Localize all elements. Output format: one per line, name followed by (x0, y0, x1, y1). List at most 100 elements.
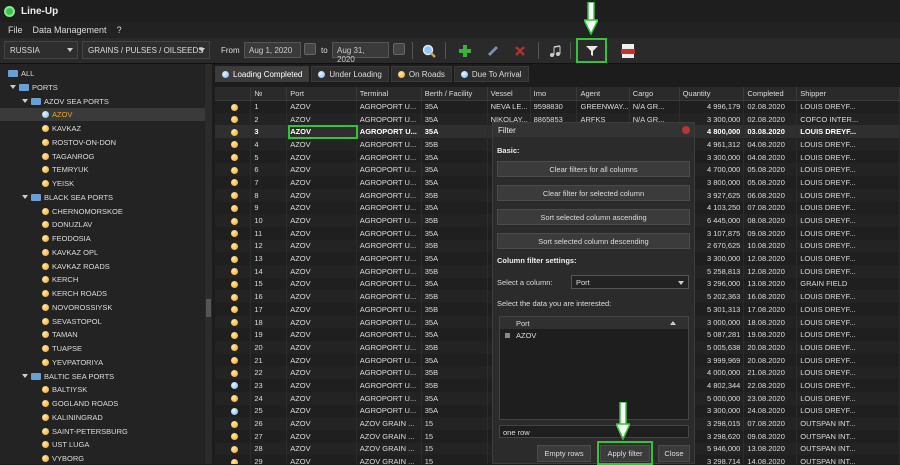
table-cell[interactable]: 35B (421, 214, 488, 227)
status-cell[interactable] (215, 315, 252, 329)
status-cell[interactable] (215, 442, 252, 456)
tree-port[interactable]: KALININGRAD (42, 411, 103, 424)
table-cell[interactable]: 04.08.2020 (743, 150, 798, 164)
table-cell[interactable]: 35B (421, 138, 488, 151)
column-header[interactable]: Quantity (679, 87, 745, 101)
column-header[interactable]: Port (286, 87, 357, 101)
status-cell[interactable] (215, 303, 252, 316)
expand-icon[interactable] (22, 195, 28, 200)
table-cell[interactable]: AZOV (286, 341, 357, 354)
table-cell[interactable]: AZOV (286, 239, 357, 253)
status-cell[interactable] (215, 125, 252, 139)
tree-port[interactable]: TUAPSE (42, 342, 82, 355)
table-cell[interactable]: AGROPORT U... (356, 112, 422, 126)
status-cell[interactable] (215, 366, 252, 380)
table-cell[interactable]: AZOV (286, 379, 357, 392)
table-cell[interactable]: 35B (421, 366, 488, 380)
menu-help[interactable]: ? (117, 25, 122, 35)
scrollbar-thumb[interactable] (206, 299, 211, 317)
table-cell[interactable]: 35B (421, 239, 488, 253)
menu-data-management[interactable]: Data Management (33, 25, 107, 35)
table-cell[interactable]: 15 (421, 417, 488, 430)
table-cell[interactable]: AZOV (286, 138, 357, 151)
table-cell[interactable]: 35A (421, 277, 488, 291)
table-cell[interactable]: 3 (250, 125, 288, 139)
column-header[interactable]: Agent (576, 87, 630, 101)
delete-button[interactable] (509, 40, 531, 61)
search-button[interactable] (418, 40, 440, 61)
table-cell[interactable]: AZOV (286, 277, 357, 291)
table-cell[interactable]: OUTSPAN INT... (796, 442, 900, 456)
table-cell[interactable]: 5 (250, 150, 288, 164)
table-cell[interactable]: 21 (250, 353, 288, 367)
table-cell[interactable]: AGROPORT U... (356, 341, 422, 354)
table-cell[interactable]: AZOV (286, 353, 357, 367)
tree-port[interactable]: YEISK (42, 177, 74, 190)
tree-port[interactable]: TAGANROG (42, 150, 94, 163)
table-cell[interactable]: AZOV (286, 391, 357, 405)
table-cell[interactable]: LOUIS DREYF... (796, 125, 900, 139)
table-cell[interactable]: 35A (421, 150, 488, 164)
status-cell[interactable] (215, 429, 252, 443)
status-cell[interactable] (215, 328, 252, 342)
table-cell[interactable]: LOUIS DREYF... (796, 303, 900, 316)
pdf-export-button[interactable] (617, 40, 639, 61)
column-header[interactable]: Imo (530, 87, 578, 101)
list-header[interactable]: Port (500, 317, 688, 329)
table-cell[interactable]: OUTSPAN INT... (796, 455, 900, 464)
table-cell[interactable]: LOUIS DREYF... (796, 239, 900, 253)
clear-all-filters-button[interactable]: Clear filters for all columns (497, 161, 690, 177)
music-button[interactable] (544, 40, 566, 61)
close-button[interactable]: Close (658, 445, 690, 462)
table-cell[interactable]: 06.08.2020 (743, 188, 798, 202)
calendar-icon[interactable] (393, 43, 405, 55)
table-cell[interactable]: 35A (421, 176, 488, 189)
table-cell[interactable]: AZOV (286, 417, 357, 430)
table-cell[interactable]: AZOV (286, 176, 357, 189)
tree-scrollbar[interactable] (205, 64, 212, 464)
table-cell[interactable]: 22.08.2020 (743, 379, 798, 392)
tree-port[interactable]: SEVASTOPOL (42, 315, 102, 328)
table-cell[interactable]: 2 (250, 112, 288, 126)
column-header[interactable]: Cargo (629, 87, 680, 101)
tree-port[interactable]: YEVPATORIYA (42, 356, 103, 369)
clear-selected-filter-button[interactable]: Clear filter for selected column (497, 185, 690, 201)
checkbox[interactable] (505, 332, 510, 338)
tree-port[interactable]: UST LUGA (42, 438, 89, 451)
empty-rows-button[interactable]: Empty rows (537, 445, 591, 462)
table-cell[interactable]: 35A (421, 328, 488, 342)
table-cell[interactable]: 4 (250, 138, 288, 151)
to-date-input[interactable]: Aug 31, 2020 (332, 42, 389, 64)
table-cell[interactable]: AZOV GRAIN ... (356, 442, 422, 456)
tab-under-loading[interactable]: Under Loading (311, 66, 389, 82)
table-cell[interactable]: 35A (421, 404, 488, 418)
table-cell[interactable]: 14 (250, 264, 288, 278)
table-cell[interactable]: AZOV GRAIN ... (356, 455, 422, 464)
table-cell[interactable]: LOUIS DREYF... (796, 341, 900, 354)
table-cell[interactable]: AGROPORT U... (356, 290, 422, 303)
table-cell[interactable]: 1 (250, 100, 288, 113)
table-cell[interactable]: LOUIS DREYF... (796, 328, 900, 342)
tree-port[interactable]: KAVKAZ (42, 122, 81, 135)
table-cell[interactable]: N/A GR... (629, 100, 680, 113)
tree-port[interactable]: DONUZLAV (42, 218, 92, 231)
table-cell[interactable]: 13.08.2020 (743, 277, 798, 291)
table-cell[interactable]: OUTSPAN INT... (796, 417, 900, 430)
table-cell[interactable]: 35A (421, 226, 488, 240)
table-cell[interactable]: 27 (250, 429, 288, 443)
tree-port[interactable]: CHERNOMORSKOE (42, 205, 123, 218)
tab-due-to-arrival[interactable]: Due To Arrival (453, 66, 529, 82)
table-cell[interactable]: 12.08.2020 (743, 252, 798, 265)
table-cell[interactable]: 35A (421, 163, 488, 177)
table-cell[interactable]: AGROPORT U... (356, 391, 422, 405)
table-cell[interactable]: 08.08.2020 (743, 214, 798, 227)
table-cell[interactable]: 35A (421, 315, 488, 329)
table-cell[interactable]: 35B (421, 290, 488, 303)
table-cell[interactable]: 15 (421, 429, 488, 443)
status-cell[interactable] (215, 163, 252, 177)
table-cell[interactable]: 8 (250, 188, 288, 202)
table-cell[interactable]: 23.08.2020 (743, 391, 798, 405)
table-cell[interactable]: 23 (250, 379, 288, 392)
table-cell[interactable]: AGROPORT U... (356, 239, 422, 253)
table-cell[interactable]: LOUIS DREYF... (796, 366, 900, 380)
